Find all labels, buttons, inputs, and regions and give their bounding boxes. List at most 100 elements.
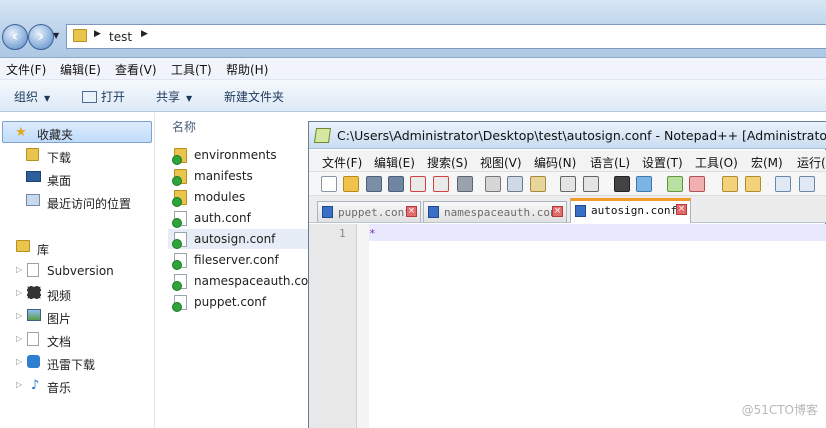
menu-language[interactable]: 语言(L) <box>590 154 630 171</box>
menu-search[interactable]: 搜索(S) <box>427 154 468 171</box>
replace-icon[interactable] <box>636 176 652 192</box>
file-row[interactable]: environments <box>168 145 310 165</box>
documents-icon <box>27 332 43 347</box>
menu-help[interactable]: 帮助(H) <box>226 61 268 78</box>
menu-view[interactable]: 查看(V) <box>115 61 157 78</box>
breadcrumb-test[interactable]: test <box>109 30 132 44</box>
expand-arrow-icon[interactable]: ▷ <box>16 265 22 274</box>
close-file-icon[interactable] <box>410 176 426 192</box>
window-title: C:\Users\Administrator\Desktop\test\auto… <box>337 128 826 143</box>
sidebar-item-videos[interactable]: ▷ 视频 <box>0 283 152 305</box>
address-box[interactable]: ▶ test ▶ <box>66 24 826 49</box>
svn-ok-icon <box>172 302 182 312</box>
forward-button[interactable]: › <box>28 24 54 50</box>
sidebar-item-desktop[interactable]: 桌面 <box>0 168 152 190</box>
tab-label: namespaceauth.conf <box>444 206 564 219</box>
print-icon[interactable] <box>457 176 473 192</box>
sync-horizontal-icon[interactable] <box>745 176 761 192</box>
file-row[interactable]: auth.conf <box>168 208 310 228</box>
sidebar-item-favorites[interactable]: ★ 收藏夹 <box>2 121 152 143</box>
new-file-icon[interactable] <box>321 176 337 192</box>
zoom-out-icon[interactable] <box>689 176 705 192</box>
sidebar-item-label: Subversion <box>47 264 114 278</box>
notepadpp-logo-icon <box>313 128 332 143</box>
tab-label: autosign.conf <box>591 204 678 217</box>
save-icon[interactable] <box>366 176 382 192</box>
menu-view[interactable]: 视图(V) <box>480 154 522 171</box>
tab-puppet-conf[interactable]: puppet.conf × <box>317 201 421 222</box>
editor[interactable]: 1 * <box>309 224 826 428</box>
menu-tools[interactable]: 工具(O) <box>695 154 738 171</box>
expand-arrow-icon[interactable]: ▷ <box>16 288 22 297</box>
open-button[interactable]: 打开 <box>82 88 125 105</box>
tab-autosign-conf[interactable]: autosign.conf × <box>570 198 691 223</box>
save-all-icon[interactable] <box>388 176 404 192</box>
new-folder-button[interactable]: 新建文件夹 <box>224 88 284 105</box>
recent-pages-dropdown[interactable]: ▼ <box>53 31 59 40</box>
menu-tools[interactable]: 工具(T) <box>171 61 212 78</box>
sidebar-item-documents[interactable]: ▷ 文档 <box>0 329 152 351</box>
sidebar-item-label: 库 <box>37 243 50 257</box>
sidebar-item-recent-places[interactable]: 最近访问的位置 <box>0 191 152 213</box>
sidebar-item-thunder-downloads[interactable]: ▷ 迅雷下载 <box>0 352 152 374</box>
file-icon <box>172 232 187 249</box>
sidebar-item-label: 迅雷下载 <box>47 358 96 372</box>
expand-arrow-icon[interactable]: ▷ <box>16 357 22 366</box>
file-row[interactable]: modules <box>168 187 310 207</box>
sync-vertical-icon[interactable] <box>722 176 738 192</box>
open-file-icon[interactable] <box>343 176 359 192</box>
menu-edit[interactable]: 编辑(E) <box>60 61 101 78</box>
tab-label: puppet.conf <box>338 206 411 219</box>
expand-arrow-icon[interactable]: ▷ <box>16 311 22 320</box>
file-name: manifests <box>194 169 253 183</box>
command-bar: 组织 ▼ 打开 共享 ▼ 新建文件夹 <box>0 80 826 112</box>
file-row[interactable]: puppet.conf <box>168 292 310 312</box>
expand-arrow-icon[interactable]: ▷ <box>16 380 22 389</box>
sidebar-item-libraries[interactable]: 库 <box>0 237 152 259</box>
file-row[interactable]: namespaceauth.conf <box>168 271 320 291</box>
breadcrumb-arrow-icon[interactable]: ▶ <box>94 29 101 39</box>
line-number: 1 <box>339 227 346 240</box>
cut-icon[interactable] <box>485 176 501 192</box>
file-row[interactable]: manifests <box>168 166 310 186</box>
back-button[interactable]: ‹ <box>2 24 28 50</box>
close-icon[interactable]: × <box>406 206 417 217</box>
paste-icon[interactable] <box>530 176 546 192</box>
menu-file[interactable]: 文件(F) <box>322 154 362 171</box>
close-icon[interactable]: × <box>676 204 687 215</box>
expand-arrow-icon[interactable]: ▷ <box>16 334 22 343</box>
zoom-in-icon[interactable] <box>667 176 683 192</box>
title-bar[interactable]: C:\Users\Administrator\Desktop\test\auto… <box>309 122 826 149</box>
file-name: namespaceauth.conf <box>194 274 321 288</box>
undo-icon[interactable] <box>560 176 576 192</box>
tab-namespaceauth-conf[interactable]: namespaceauth.conf × <box>423 201 567 222</box>
close-icon[interactable]: × <box>552 206 563 217</box>
organize-button[interactable]: 组织 ▼ <box>14 88 50 105</box>
sidebar-item-label: 最近访问的位置 <box>47 197 132 211</box>
folder-icon <box>172 190 187 207</box>
sidebar-item-label: 音乐 <box>47 381 72 395</box>
word-wrap-icon[interactable] <box>775 176 791 192</box>
breadcrumb-arrow-icon[interactable]: ▶ <box>141 29 148 39</box>
file-row[interactable]: autosign.conf <box>168 229 310 249</box>
menu-edit[interactable]: 编辑(E) <box>374 154 415 171</box>
menu-encoding[interactable]: 编码(N) <box>534 154 576 171</box>
sidebar-item-pictures[interactable]: ▷ 图片 <box>0 306 152 328</box>
file-icon <box>172 274 187 291</box>
show-all-chars-icon[interactable] <box>799 176 815 192</box>
close-all-icon[interactable] <box>433 176 449 192</box>
sidebar-item-music[interactable]: ▷ ♪ 音乐 <box>0 375 152 397</box>
menu-macro[interactable]: 宏(M) <box>751 154 783 171</box>
redo-icon[interactable] <box>583 176 599 192</box>
music-icon: ♪ <box>30 378 40 393</box>
file-row[interactable]: fileserver.conf <box>168 250 310 270</box>
copy-icon[interactable] <box>507 176 523 192</box>
sidebar-item-subversion[interactable]: ▷ Subversion <box>0 260 152 282</box>
sidebar-item-downloads[interactable]: 下载 <box>0 145 152 167</box>
menu-file[interactable]: 文件(F) <box>6 61 46 78</box>
menu-run[interactable]: 运行( <box>797 154 826 171</box>
menu-settings[interactable]: 设置(T) <box>642 154 683 171</box>
share-button[interactable]: 共享 ▼ <box>156 88 192 105</box>
find-icon[interactable] <box>614 176 630 192</box>
column-header-name[interactable]: 名称 <box>172 118 196 135</box>
